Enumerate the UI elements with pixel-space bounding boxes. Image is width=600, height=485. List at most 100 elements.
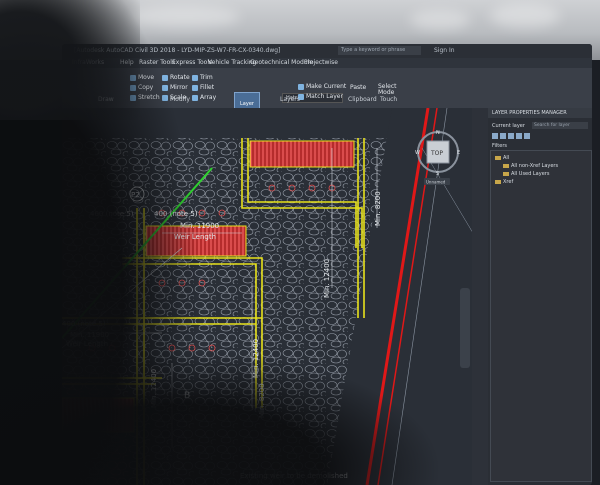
viewcube[interactable]: TOP N S E W Unnamed: [414, 128, 462, 188]
note-label: 400 (note 5): [90, 210, 134, 218]
dimension-label: Weir Length: [66, 340, 108, 348]
rotate-label: Rotate: [170, 74, 190, 81]
label-p2: P2: [131, 191, 140, 199]
copy-icon: [130, 84, 136, 91]
folder-icon: [503, 171, 509, 176]
monitor-screen: [Autodesk AutoCAD Civil 3D 2018 - LYD-MI…: [62, 44, 592, 485]
tree-item-label: All: [503, 155, 510, 161]
background-light: [130, 6, 240, 28]
rotate-icon: [162, 74, 168, 81]
ucs-label: Unnamed: [426, 180, 446, 185]
navigation-bar[interactable]: [460, 288, 470, 368]
dimension-label: Min. 11900: [180, 222, 219, 230]
note-label: 400 (note 5): [62, 320, 106, 328]
compass-east: E: [457, 150, 460, 156]
tree-item-label: All non-Xref Layers: [511, 163, 559, 169]
fillet-button[interactable]: Fillet: [192, 84, 214, 91]
tree-item-all[interactable]: All: [495, 155, 509, 161]
compass-south: S: [436, 171, 439, 177]
layer-properties-manager: LAYER PROPERTIES MANAGER Current layer S…: [488, 108, 592, 485]
stretch-icon: [130, 94, 136, 101]
folder-icon: [495, 155, 501, 160]
menu-item-help[interactable]: Help: [120, 58, 134, 68]
menu-item-raster-tools[interactable]: Raster Tools: [139, 58, 175, 68]
panel-label-modify: Modify: [170, 96, 190, 103]
trim-label: Trim: [200, 74, 213, 81]
window-title: [Autodesk AutoCAD Civil 3D 2018 - LYD-MI…: [74, 47, 281, 54]
current-layer-label: Current layer: [492, 123, 525, 129]
paste-button[interactable]: Paste: [350, 84, 366, 91]
panel-label-touch: Touch: [380, 96, 398, 103]
mirror-icon: [162, 84, 168, 91]
drawing-canvas[interactable]: P2 400 (note 5) 400 (note 5) Min. 11900 …: [62, 108, 482, 485]
layer-search-input[interactable]: Search for layer: [532, 122, 588, 129]
move-label: Move: [138, 74, 155, 81]
dimension-label: Min. 12400: [323, 259, 331, 298]
sign-in-button[interactable]: Sign In: [434, 44, 455, 58]
match-layer-label: Match Layer: [306, 93, 343, 100]
dimension-label: Min. 8200: [374, 191, 382, 226]
dimension-label: Min. 8200: [258, 383, 266, 418]
delete-layer-icon[interactable]: [508, 133, 514, 139]
make-current-button[interactable]: Make Current: [298, 83, 346, 90]
menu-item-infraworks[interactable]: InfraWorks: [72, 58, 104, 68]
menu-bar: InfraWorks Help Raster Tools Express Too…: [62, 58, 592, 68]
scale-icon: [162, 94, 168, 101]
background-light: [410, 10, 470, 30]
tree-item-label: Xref: [503, 179, 514, 185]
new-layer-vp-icon[interactable]: [500, 133, 506, 139]
weir-block: [145, 225, 247, 257]
panel-label-layers: Layers: [280, 96, 300, 103]
mirror-label: Mirror: [170, 84, 188, 91]
menu-item-express-tools[interactable]: Express Tools: [172, 58, 212, 68]
tree-item-used[interactable]: All Used Layers: [503, 171, 549, 177]
ribbon: Move Rotate Trim Copy Mirror Fillet Stre…: [62, 68, 592, 122]
array-label: Array: [200, 94, 217, 101]
tree-item-xref[interactable]: Xref: [495, 179, 513, 185]
tree-item-label: All Used Layers: [511, 171, 550, 177]
viewcube-top-label: TOP: [430, 150, 443, 157]
make-current-label: Make Current: [306, 83, 347, 90]
stretch-button[interactable]: Stretch: [130, 94, 160, 101]
menu-item-projectwise[interactable]: Projectwise: [304, 58, 338, 68]
title-bar: [Autodesk AutoCAD Civil 3D 2018 - LYD-MI…: [62, 44, 592, 58]
dimension-label: Min. 12400: [150, 369, 158, 408]
mirror-button[interactable]: Mirror: [162, 84, 188, 91]
folder-icon: [503, 163, 509, 168]
trim-icon: [192, 74, 198, 81]
search-input[interactable]: Type a keyword or phrase: [338, 46, 421, 55]
move-button[interactable]: Move: [130, 74, 154, 81]
stretch-label: Stretch: [138, 94, 160, 101]
layer-toolbar: [492, 133, 532, 141]
copy-button[interactable]: Copy: [130, 84, 153, 91]
folder-icon: [495, 179, 501, 184]
filters-label: Filters: [492, 143, 507, 149]
tool-palette-strip[interactable]: [472, 108, 488, 485]
trim-button[interactable]: Trim: [192, 74, 213, 81]
paste-label: Paste: [350, 84, 367, 91]
select-mode-label: Select Mode: [378, 83, 397, 96]
dimension-label: Min. 12400: [252, 339, 260, 378]
filter-tree: All All non-Xref Layers All Used Layers …: [490, 150, 592, 482]
compass-west: W: [415, 150, 420, 156]
array-icon: [192, 94, 198, 101]
select-mode-button[interactable]: Select Mode: [378, 83, 397, 96]
layer-manager-title: LAYER PROPERTIES MANAGER: [488, 108, 592, 118]
note-label: 400 (note 5): [154, 210, 198, 218]
new-layer-icon[interactable]: [492, 133, 498, 139]
refresh-icon[interactable]: [524, 133, 530, 139]
match-layer-button[interactable]: Match Layer: [298, 93, 343, 100]
fillet-label: Fillet: [200, 84, 215, 91]
tree-item-non-xref[interactable]: All non-Xref Layers: [503, 163, 558, 169]
copy-label: Copy: [138, 84, 154, 91]
set-current-icon[interactable]: [516, 133, 522, 139]
annotation-existing-weir: Existing weir to be demolished: [240, 472, 348, 480]
rotate-button[interactable]: Rotate: [162, 74, 190, 81]
array-button[interactable]: Array: [192, 94, 216, 101]
weir-block: [62, 397, 135, 433]
background-light: [490, 4, 560, 28]
fillet-icon: [192, 84, 198, 91]
move-icon: [130, 74, 136, 81]
compass-north: N: [436, 130, 440, 136]
panel-label-clipboard: Clipboard: [348, 96, 377, 103]
